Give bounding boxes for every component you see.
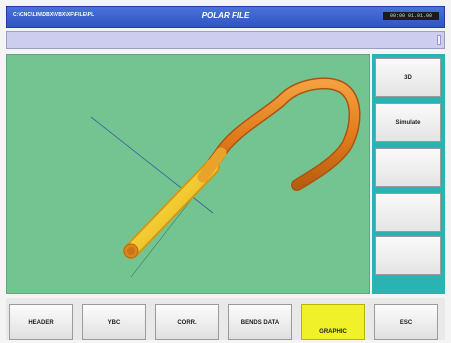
graphic-button[interactable]: GRAPHIC	[301, 304, 365, 340]
tube-3d-render	[90, 77, 361, 278]
bottom-toolbar: HEADER YBC CORR. BENDS DATA GRAPHIC ESC	[6, 298, 445, 340]
info-bar	[6, 31, 445, 49]
side-button-3d[interactable]: 3D	[375, 58, 441, 97]
tube-end-cap-inner	[127, 247, 135, 255]
tube-transition	[197, 147, 227, 183]
side-button-empty-3[interactable]	[375, 236, 441, 275]
info-scroll-handle[interactable]	[437, 35, 441, 45]
side-button-empty-1[interactable]	[375, 148, 441, 187]
ybc-button[interactable]: YBC	[82, 304, 146, 340]
header-button[interactable]: HEADER	[9, 304, 73, 340]
graphic-viewport[interactable]	[6, 54, 370, 294]
bends-data-button[interactable]: BENDS DATA	[228, 304, 292, 340]
window-title: POLAR FILE	[201, 11, 250, 20]
title-bar: C:\CNC\LIN\DBX\VBX\XF\FILE\PL POLAR FILE…	[6, 6, 445, 28]
side-button-simulate[interactable]: Simulate	[375, 103, 441, 142]
side-button-panel: 3D Simulate	[372, 54, 445, 294]
axis-line-a	[90, 116, 214, 214]
app-window: C:\CNC\LIN\DBX\VBX\XF\FILE\PL POLAR FILE…	[0, 0, 451, 343]
clock-display: 00:00 01.01.00	[383, 12, 439, 20]
side-button-empty-2[interactable]	[375, 193, 441, 232]
esc-button[interactable]: ESC	[374, 304, 438, 340]
corr-button[interactable]: CORR.	[155, 304, 219, 340]
